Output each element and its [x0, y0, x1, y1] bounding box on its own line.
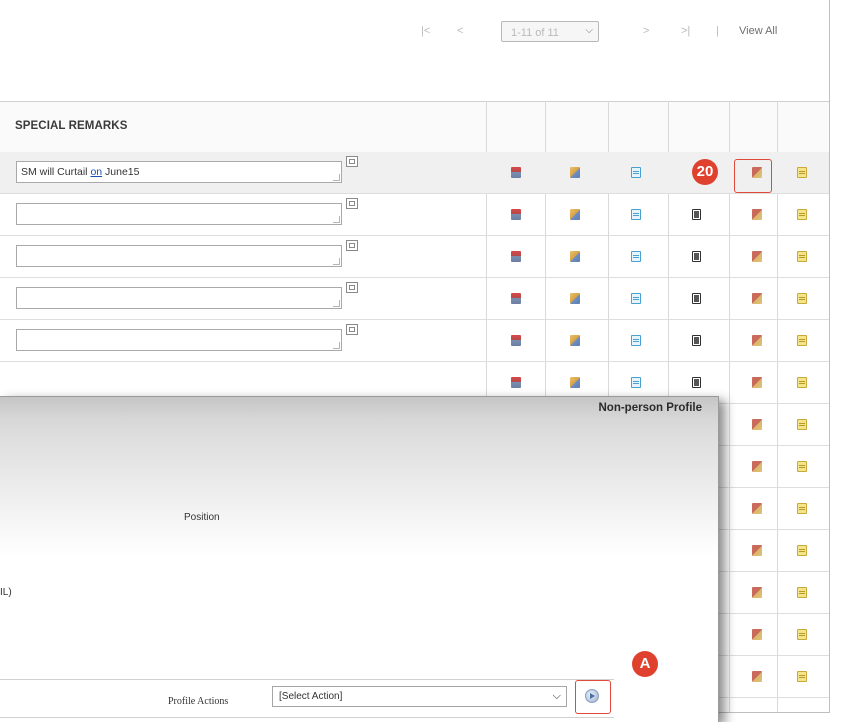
highlight-box	[734, 159, 772, 193]
resize-grip-icon[interactable]	[333, 174, 340, 181]
document-stack-icon[interactable]	[752, 293, 762, 304]
profile-actions-select[interactable]: [Select Action] ⌵	[272, 686, 567, 707]
document-red-icon[interactable]	[511, 293, 521, 304]
previous-page-button[interactable]: <	[457, 25, 463, 37]
document-red-icon[interactable]	[511, 335, 521, 346]
table-row	[0, 194, 829, 236]
form-blue-icon[interactable]	[631, 293, 641, 304]
document-stack-icon[interactable]	[752, 671, 762, 682]
chevron-down-icon: ⌵	[552, 690, 561, 702]
note-yellow-icon[interactable]	[797, 167, 807, 178]
table-row	[0, 278, 829, 320]
divider	[0, 679, 614, 680]
document-transfer-icon[interactable]	[570, 293, 580, 304]
remark-link[interactable]: on	[90, 166, 102, 178]
document-stack-icon[interactable]	[752, 419, 762, 430]
table-row	[0, 320, 829, 362]
note-yellow-icon[interactable]	[797, 503, 807, 514]
special-remarks-input[interactable]	[16, 203, 342, 225]
grid-header-row: SPECIAL REMARKS	[0, 101, 829, 153]
truncated-label: IL)	[0, 587, 12, 598]
document-stack-icon[interactable]	[752, 251, 762, 262]
step-badge-a: A	[632, 651, 658, 677]
document-stack-icon[interactable]	[752, 335, 762, 346]
note-yellow-icon[interactable]	[797, 377, 807, 388]
page-range-value: 1-11 of 11	[511, 27, 559, 39]
highlight-box	[575, 680, 611, 714]
copy-black-icon[interactable]	[692, 209, 701, 220]
view-all-link[interactable]: View All	[739, 25, 777, 37]
document-transfer-icon[interactable]	[570, 209, 580, 220]
document-stack-icon[interactable]	[752, 209, 762, 220]
document-stack-icon[interactable]	[752, 629, 762, 640]
document-red-icon[interactable]	[511, 167, 521, 178]
copy-black-icon[interactable]	[692, 251, 701, 262]
profile-actions-label: Profile Actions	[168, 696, 229, 707]
form-blue-icon[interactable]	[631, 251, 641, 262]
note-yellow-icon[interactable]	[797, 419, 807, 430]
document-transfer-icon[interactable]	[570, 335, 580, 346]
note-yellow-icon[interactable]	[797, 293, 807, 304]
remark-text: June15	[102, 166, 140, 178]
form-blue-icon[interactable]	[631, 377, 641, 388]
resize-grip-icon[interactable]	[333, 300, 340, 307]
expand-textarea-icon[interactable]	[346, 324, 358, 335]
note-yellow-icon[interactable]	[797, 671, 807, 682]
resize-grip-icon[interactable]	[333, 342, 340, 349]
document-red-icon[interactable]	[511, 251, 521, 262]
expand-textarea-icon[interactable]	[346, 282, 358, 293]
special-remarks-input[interactable]: SM will Curtail on June15	[16, 161, 342, 183]
copy-black-icon[interactable]	[692, 293, 701, 304]
form-blue-icon[interactable]	[631, 167, 641, 178]
note-yellow-icon[interactable]	[797, 545, 807, 556]
special-remarks-input[interactable]	[16, 245, 342, 267]
expand-textarea-icon[interactable]	[346, 240, 358, 251]
special-remarks-header: SPECIAL REMARKS	[15, 120, 128, 132]
position-label: Position	[184, 512, 220, 523]
resize-grip-icon[interactable]	[333, 258, 340, 265]
note-yellow-icon[interactable]	[797, 209, 807, 220]
step-badge-20: 20	[692, 159, 718, 185]
document-stack-icon[interactable]	[752, 503, 762, 514]
document-transfer-icon[interactable]	[570, 167, 580, 178]
copy-black-icon[interactable]	[692, 377, 701, 388]
chevron-down-icon: ⌵	[585, 25, 593, 36]
first-page-button[interactable]: |<	[421, 25, 430, 37]
special-remarks-input[interactable]	[16, 329, 342, 351]
special-remarks-input[interactable]	[16, 287, 342, 309]
profile-actions-value: [Select Action]	[279, 691, 343, 702]
copy-black-icon[interactable]	[692, 335, 701, 346]
document-stack-icon[interactable]	[752, 461, 762, 472]
expand-textarea-icon[interactable]	[346, 156, 358, 167]
document-transfer-icon[interactable]	[570, 377, 580, 388]
non-person-profile-panel: Non-person Profile Position IL) Profile …	[0, 396, 719, 722]
form-blue-icon[interactable]	[631, 335, 641, 346]
divider	[0, 717, 614, 718]
remark-text: SM will Curtail	[21, 166, 91, 178]
document-transfer-icon[interactable]	[570, 251, 580, 262]
panel-title: Non-person Profile	[598, 402, 702, 414]
document-red-icon[interactable]	[511, 377, 521, 388]
document-stack-icon[interactable]	[752, 545, 762, 556]
resize-grip-icon[interactable]	[333, 216, 340, 223]
note-yellow-icon[interactable]	[797, 461, 807, 472]
note-yellow-icon[interactable]	[797, 251, 807, 262]
page-range-select[interactable]: 1-11 of 11 ⌵	[501, 21, 599, 42]
pager-separator: |	[716, 25, 719, 37]
document-stack-icon[interactable]	[752, 377, 762, 388]
pagination-bar: |< < 1-11 of 11 ⌵ > >| | View All	[399, 20, 829, 44]
expand-textarea-icon[interactable]	[346, 198, 358, 209]
note-yellow-icon[interactable]	[797, 587, 807, 598]
next-page-button[interactable]: >	[643, 25, 649, 37]
note-yellow-icon[interactable]	[797, 335, 807, 346]
last-page-button[interactable]: >|	[681, 25, 690, 37]
document-red-icon[interactable]	[511, 209, 521, 220]
table-row	[0, 236, 829, 278]
form-blue-icon[interactable]	[631, 209, 641, 220]
note-yellow-icon[interactable]	[797, 629, 807, 640]
document-stack-icon[interactable]	[752, 587, 762, 598]
